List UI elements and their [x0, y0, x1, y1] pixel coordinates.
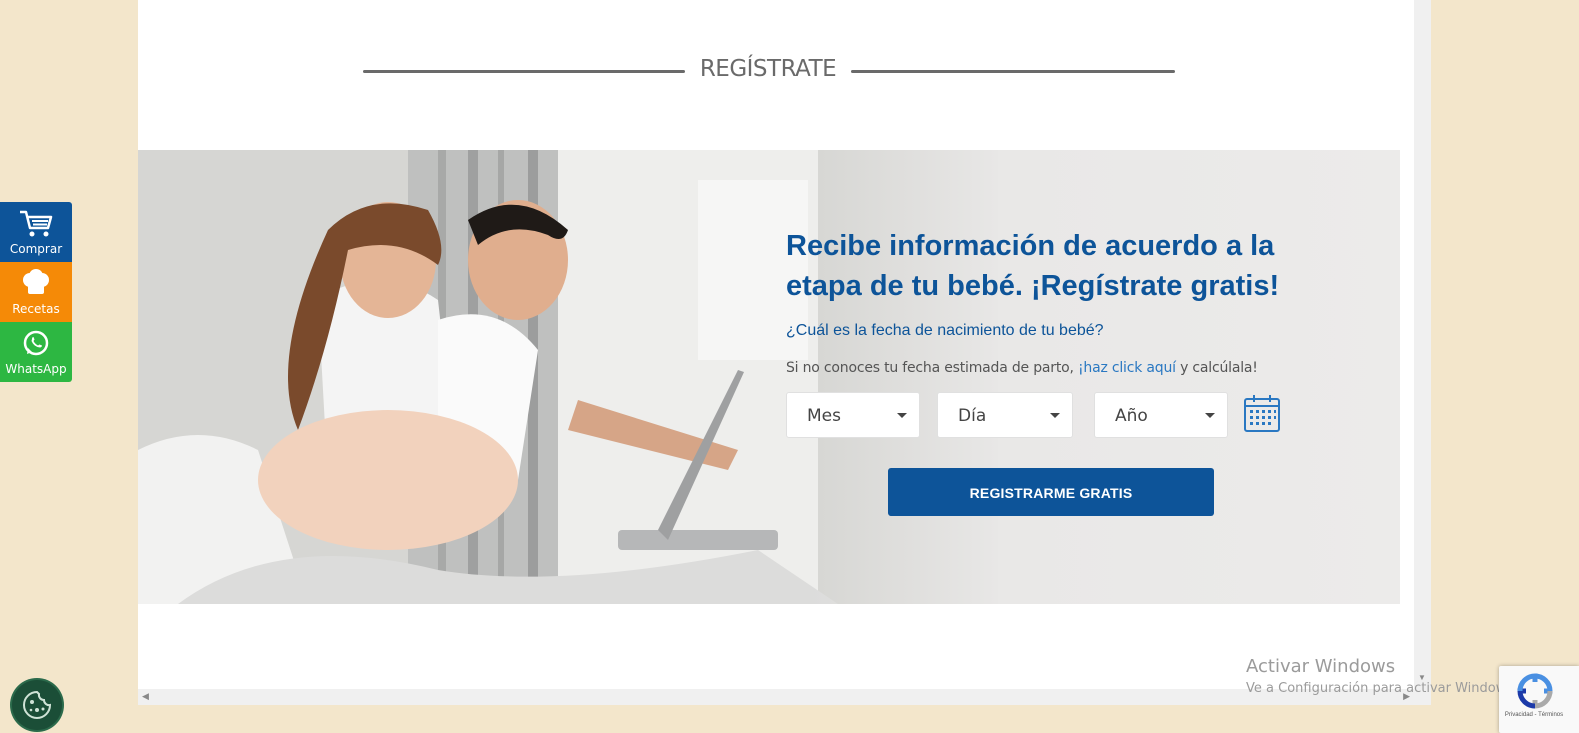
year-select[interactable]: Año [1094, 392, 1228, 438]
year-select-value: Año [1115, 406, 1148, 426]
section-title: REGÍSTRATE [699, 56, 837, 82]
section-header: REGÍSTRATE [363, 52, 1175, 92]
vertical-scrollbar[interactable]: ▼ [1414, 0, 1431, 705]
hint-text: Si no conoces tu fecha estimada de parto… [786, 360, 1078, 376]
whatsapp-label: WhatsApp [5, 362, 67, 376]
hint-text-end: y calcúlala! [1175, 360, 1258, 376]
comprar-button[interactable]: Comprar [0, 202, 72, 262]
register-free-button[interactable]: REGISTRARME GRATIS [888, 468, 1214, 516]
calendar-icon[interactable] [1244, 394, 1280, 432]
watermark-title: Activar Windows [1246, 656, 1396, 677]
month-select[interactable]: Mes [786, 392, 920, 438]
watermark-subtitle: Ve a Configuración para activar Windows. [1246, 681, 1518, 696]
month-select-value: Mes [807, 406, 841, 426]
horizontal-scrollbar[interactable]: ◀ ▶ [138, 689, 1414, 705]
scroll-left-icon[interactable]: ◀ [142, 691, 149, 702]
chevron-down-icon [1050, 413, 1060, 418]
windows-activation-watermark: Activar Windows Ve a Configuración para … [1246, 656, 1517, 696]
registration-form: Recibe información de acuerdo a la etapa… [786, 150, 1386, 604]
cart-icon [20, 210, 53, 237]
recetas-label: Recetas [12, 302, 60, 316]
day-select-value: Día [958, 406, 987, 426]
recaptcha-icon [1517, 673, 1553, 709]
header-divider-left [363, 70, 685, 73]
registration-banner: Recibe información de acuerdo a la etapa… [138, 150, 1400, 604]
cookie-icon [23, 690, 52, 719]
due-date-hint: Si no conoces tu fecha estimada de parto… [786, 360, 1258, 376]
recetas-button[interactable]: Recetas [0, 262, 72, 322]
banner-headline: Recibe información de acuerdo a la etapa… [786, 230, 1280, 302]
day-select[interactable]: Día [937, 392, 1073, 438]
birthdate-question: ¿Cuál es la fecha de nacimiento de tu be… [786, 322, 1104, 339]
cookie-settings-button[interactable] [12, 680, 62, 730]
comprar-label: Comprar [9, 242, 63, 256]
header-divider-right [851, 70, 1175, 73]
chef-hat-icon [23, 269, 49, 294]
recaptcha-badge[interactable]: Privacidad - Términos [1499, 666, 1579, 733]
recaptcha-links[interactable]: Privacidad - Términos [1499, 712, 1569, 719]
chevron-down-icon [1205, 413, 1215, 418]
calculate-due-date-link[interactable]: ¡haz click aquí [1078, 360, 1176, 376]
chevron-down-icon [897, 413, 907, 418]
page-content: REGÍSTRATE Recibe información de acuerdo… [138, 0, 1414, 705]
whatsapp-icon [23, 330, 49, 356]
whatsapp-button[interactable]: WhatsApp [0, 322, 72, 382]
